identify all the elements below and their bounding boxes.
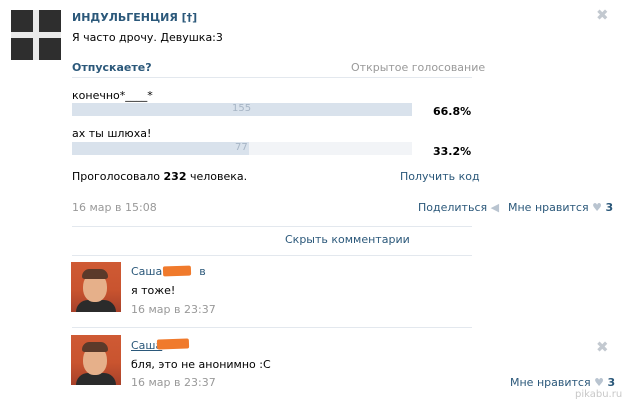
avatar-hair: [82, 269, 108, 279]
poll-bar-fill: [72, 142, 249, 155]
comments-divider: [72, 226, 472, 227]
comment-divider: [72, 327, 472, 328]
group-name-link[interactable]: ИНДУЛЬГЕНЦИЯ [†]: [72, 11, 197, 24]
poll-question: Отпускаете?: [72, 61, 152, 74]
poll-summary-suffix: человека.: [190, 170, 248, 183]
poll-vote-count: 77: [235, 142, 248, 153]
megaphone-icon: ◀: [490, 201, 500, 214]
comment-date[interactable]: 16 мар в 23:37: [131, 376, 216, 389]
like-button[interactable]: Мне нравится ♥ 3: [508, 201, 613, 214]
comment-date[interactable]: 16 мар в 23:37: [131, 303, 216, 316]
poll-summary-count: 232: [163, 170, 187, 183]
like-count: 3: [605, 201, 614, 214]
close-post-icon[interactable]: ✖: [596, 6, 609, 24]
comment-like-button[interactable]: Мне нравится ♥ 3: [510, 376, 615, 389]
poll-divider: [72, 77, 472, 78]
group-avatar[interactable]: [11, 10, 61, 60]
hide-comments-link[interactable]: Скрыть комментарии: [285, 233, 410, 246]
post-text: Я часто дрочу. Девушка:3: [72, 31, 223, 44]
poll-summary-prefix: Проголосовало: [72, 170, 161, 183]
heart-icon: ♥: [592, 201, 602, 214]
poll-option-label[interactable]: ах ты шлюха!: [72, 127, 151, 140]
post-date[interactable]: 16 мар в 15:08: [72, 201, 157, 214]
poll-bar-track[interactable]: 77: [72, 142, 412, 155]
heart-icon: ♥: [594, 376, 604, 389]
delete-comment-icon[interactable]: ✖: [596, 338, 609, 356]
poll-option-label[interactable]: конечно*____*: [72, 89, 153, 102]
poll-summary: Проголосовало 232 человека.: [72, 170, 247, 183]
poll-percent: 33.2%: [433, 145, 472, 158]
poll-percent: 66.8%: [433, 105, 472, 118]
avatar[interactable]: [71, 262, 121, 312]
get-code-link[interactable]: Получить код: [400, 170, 480, 183]
share-button[interactable]: Поделиться ◀: [418, 201, 499, 214]
poll-vote-count: 155: [232, 103, 252, 114]
comment-text: бля, это не анонимно :С: [131, 358, 271, 371]
like-count: 3: [607, 376, 616, 389]
redaction-mark: [156, 338, 190, 350]
avatar-hair: [82, 342, 108, 352]
like-label: Мне нравится: [510, 376, 591, 389]
watermark: pikabu.ru: [575, 389, 623, 400]
comment-text: я тоже!: [131, 284, 176, 297]
like-label: Мне нравится: [508, 201, 589, 214]
poll-type: Открытое голосование: [351, 61, 486, 74]
comment-divider: [72, 255, 472, 256]
poll-bar-track[interactable]: 155: [72, 103, 412, 116]
share-label: Поделиться: [418, 201, 488, 214]
redaction-mark: [162, 265, 192, 277]
comment-author-tail: в: [199, 265, 206, 278]
avatar[interactable]: [71, 335, 121, 385]
cross-icon-bar: [11, 32, 61, 38]
